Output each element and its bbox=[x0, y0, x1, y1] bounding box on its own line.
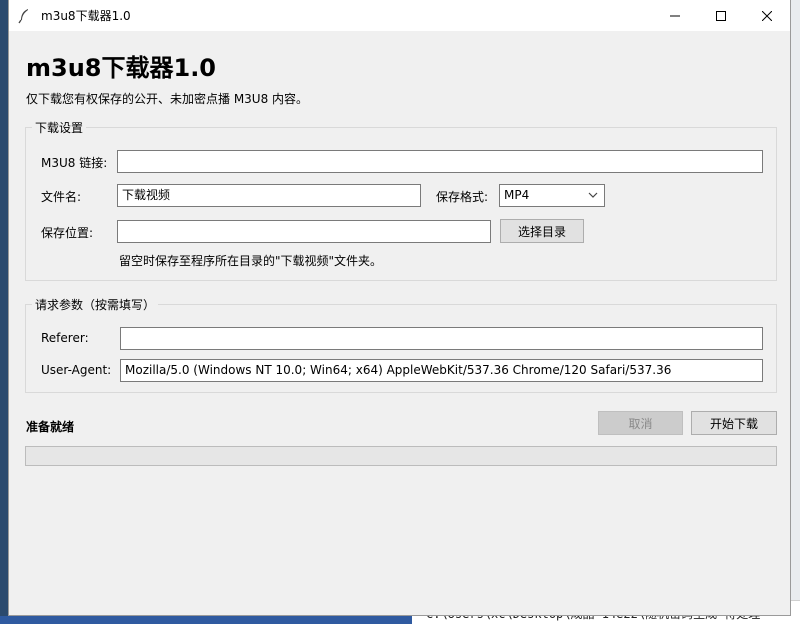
referer-label: Referer: bbox=[41, 331, 89, 345]
save-location-input[interactable] bbox=[117, 220, 491, 243]
minimize-button[interactable] bbox=[652, 0, 698, 31]
request-params-label: 请求参数（按需填写） bbox=[32, 296, 159, 313]
filename-input[interactable]: 下载视频 bbox=[117, 184, 421, 207]
desktop-background bbox=[790, 0, 800, 624]
download-settings-group: 下载设置 M3U8 链接: 文件名: 下载视频 保存格式: MP4 保存位置: … bbox=[25, 119, 777, 281]
page-subtitle: 仅下载您有权保存的公开、未加密点播 M3U8 内容。 bbox=[26, 92, 309, 106]
user-agent-input[interactable]: Mozilla/5.0 (Windows NT 10.0; Win64; x64… bbox=[120, 359, 763, 382]
choose-directory-button[interactable]: 选择目录 bbox=[500, 219, 584, 243]
m3u8-url-input[interactable] bbox=[117, 150, 763, 173]
minimize-icon bbox=[670, 15, 680, 16]
filename-label: 文件名: bbox=[41, 190, 82, 204]
maximize-button[interactable] bbox=[698, 0, 744, 31]
maximize-icon bbox=[716, 10, 726, 21]
location-label: 保存位置: bbox=[41, 226, 94, 240]
close-button[interactable] bbox=[744, 0, 790, 31]
format-select-value: MP4 bbox=[504, 188, 530, 202]
user-agent-label: User-Agent: bbox=[41, 363, 112, 377]
format-select[interactable]: MP4 bbox=[499, 184, 605, 207]
format-label: 保存格式: bbox=[436, 190, 489, 204]
start-download-button[interactable]: 开始下载 bbox=[691, 411, 777, 435]
close-icon bbox=[762, 10, 772, 21]
download-settings-label: 下载设置 bbox=[32, 119, 87, 136]
main-window: m3u8下载器1.0 m3u8下载器1.0 仅下载您有权保存的公开、未加密点播 … bbox=[8, 0, 791, 616]
window-title: m3u8下载器1.0 bbox=[41, 9, 131, 23]
request-params-group: 请求参数（按需填写） Referer: User-Agent: Mozilla/… bbox=[25, 296, 777, 393]
referer-input[interactable] bbox=[120, 327, 763, 350]
cancel-button[interactable]: 取消 bbox=[598, 411, 683, 435]
feather-icon bbox=[18, 8, 28, 23]
title-bar[interactable]: m3u8下载器1.0 bbox=[9, 0, 790, 31]
page-title: m3u8下载器1.0 bbox=[26, 54, 217, 82]
save-location-hint: 留空时保存至程序所在目录的"下载视频"文件夹。 bbox=[119, 254, 383, 268]
m3u8-label: M3U8 链接: bbox=[41, 156, 108, 170]
download-progress-bar bbox=[25, 446, 777, 466]
chevron-down-icon bbox=[588, 192, 598, 198]
status-text: 准备就绪 bbox=[26, 420, 75, 434]
